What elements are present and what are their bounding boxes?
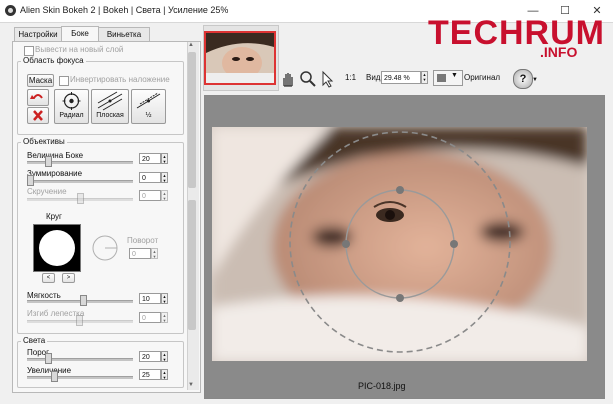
help-dropdown-icon[interactable]: ▼ (532, 77, 538, 83)
prev-shape-button[interactable]: < (42, 273, 55, 283)
petal-handle[interactable] (76, 315, 83, 326)
half-label: ½ (145, 112, 152, 119)
tab-vignette[interactable]: Виньетка (98, 27, 150, 42)
scroll-up-icon[interactable]: ▲ (188, 42, 194, 48)
rotation-stepper[interactable]: ▲ ▼ (151, 248, 158, 259)
invert-label: Инвертировать наложение (70, 75, 170, 84)
delete-button[interactable] (27, 107, 49, 124)
undo-icon (30, 94, 43, 99)
softness-label: Мягкость (27, 291, 61, 300)
thumbnail-photo (206, 33, 274, 83)
softness-handle[interactable] (80, 295, 87, 306)
zoom-level-input[interactable]: 29.48 % (381, 71, 421, 84)
zoom-stepper[interactable]: ▲ ▼ (161, 172, 168, 183)
scroll-thumb[interactable] (188, 52, 196, 188)
app-icon (5, 5, 16, 16)
image-filename: PIC-018.jpg (358, 381, 406, 391)
site-watermark-suffix: .INFO (540, 44, 578, 60)
petal-input[interactable]: 0 (139, 312, 161, 323)
flat-icon (97, 91, 123, 111)
twist-stepper[interactable]: ▲ ▼ (161, 190, 168, 201)
background-color-dropdown[interactable]: ▼ (433, 70, 463, 86)
view-label: Вид (366, 73, 381, 82)
bokeh-amount-input[interactable]: 20 (139, 153, 161, 164)
window-title: Alien Skin Bokeh 2 | Bokeh | Света | Уси… (20, 5, 229, 15)
tab-bar: Настройки Боке Виньетка (14, 26, 184, 43)
petal-stepper[interactable]: ▲ ▼ (161, 312, 168, 323)
focus-area-title: Область фокуса (21, 56, 86, 65)
zoom-level-stepper[interactable]: ▲ ▼ (421, 71, 428, 84)
boost-label: Увеличение (27, 366, 72, 375)
lens-title: Объективы (21, 137, 67, 146)
tab-settings[interactable]: Настройки (14, 27, 62, 42)
twist-handle[interactable] (77, 193, 84, 204)
zoom-slider[interactable] (27, 180, 133, 183)
boost-stepper[interactable]: ▲ ▼ (161, 369, 168, 380)
circle-shape-icon (39, 230, 75, 266)
invert-checkbox[interactable] (59, 76, 69, 86)
site-watermark: TECHRUM (428, 14, 605, 52)
flat-label: Плоская (96, 112, 124, 119)
radial-label: Радиал (59, 112, 84, 119)
image-thumbnail[interactable] (204, 31, 276, 85)
next-shape-button[interactable]: > (62, 273, 75, 283)
half-icon (136, 92, 161, 109)
twist-label: Скручение (27, 187, 67, 196)
rotation-dial[interactable] (90, 233, 120, 263)
pointer-icon[interactable] (319, 70, 337, 88)
half-focus-button[interactable]: ½ (131, 89, 166, 124)
shape-preview (33, 224, 81, 272)
scroll-thumb-lower[interactable] (188, 200, 196, 330)
delete-icon (33, 110, 43, 121)
new-layer-label: Вывести на новый слой (35, 45, 124, 54)
threshold-slider[interactable] (27, 358, 133, 361)
softness-input[interactable]: 10 (139, 293, 161, 304)
threshold-stepper[interactable]: ▲ ▼ (161, 351, 168, 362)
shape-label: Круг (46, 212, 62, 221)
original-button[interactable]: Оригинал (464, 73, 500, 82)
lights-title: Света (21, 336, 48, 345)
radial-icon (62, 92, 81, 110)
preview-photo[interactable] (212, 127, 587, 361)
zoom-label: Зуммирование (27, 169, 83, 178)
zoom-handle[interactable] (27, 175, 34, 186)
new-layer-checkbox[interactable] (24, 46, 34, 56)
zoom-icon[interactable] (299, 70, 317, 88)
rotation-input[interactable]: 0 (129, 248, 151, 259)
boost-handle[interactable] (51, 371, 58, 382)
flat-focus-button[interactable]: Плоская (91, 89, 129, 124)
portrait-image (212, 127, 587, 361)
bokeh-amount-stepper[interactable]: ▲ ▼ (161, 153, 168, 164)
chevron-down-icon: ▼ (451, 72, 458, 79)
reset-button[interactable] (27, 89, 49, 106)
bokeh-amount-label: Величина Боке (27, 151, 84, 160)
color-swatch (437, 74, 446, 82)
radial-focus-button[interactable]: Радиал (54, 89, 89, 124)
softness-stepper[interactable]: ▲ ▼ (161, 293, 168, 304)
threshold-handle[interactable] (45, 353, 52, 364)
twist-input[interactable]: 0 (139, 190, 161, 201)
rotation-label: Поворот (127, 236, 159, 245)
mask-button[interactable]: Маска (27, 74, 54, 87)
scroll-down-icon[interactable]: ▼ (188, 382, 194, 388)
one-to-one-button[interactable]: 1:1 (345, 73, 356, 82)
boost-slider[interactable] (27, 376, 133, 379)
bokeh-amount-handle[interactable] (45, 156, 52, 167)
hand-icon[interactable] (279, 70, 297, 88)
boost-input[interactable]: 25 (139, 369, 161, 380)
zoom-input[interactable]: 0 (139, 172, 161, 183)
bokeh-amount-slider[interactable] (27, 161, 133, 164)
help-icon[interactable]: ? (513, 69, 533, 89)
threshold-input[interactable]: 20 (139, 351, 161, 362)
